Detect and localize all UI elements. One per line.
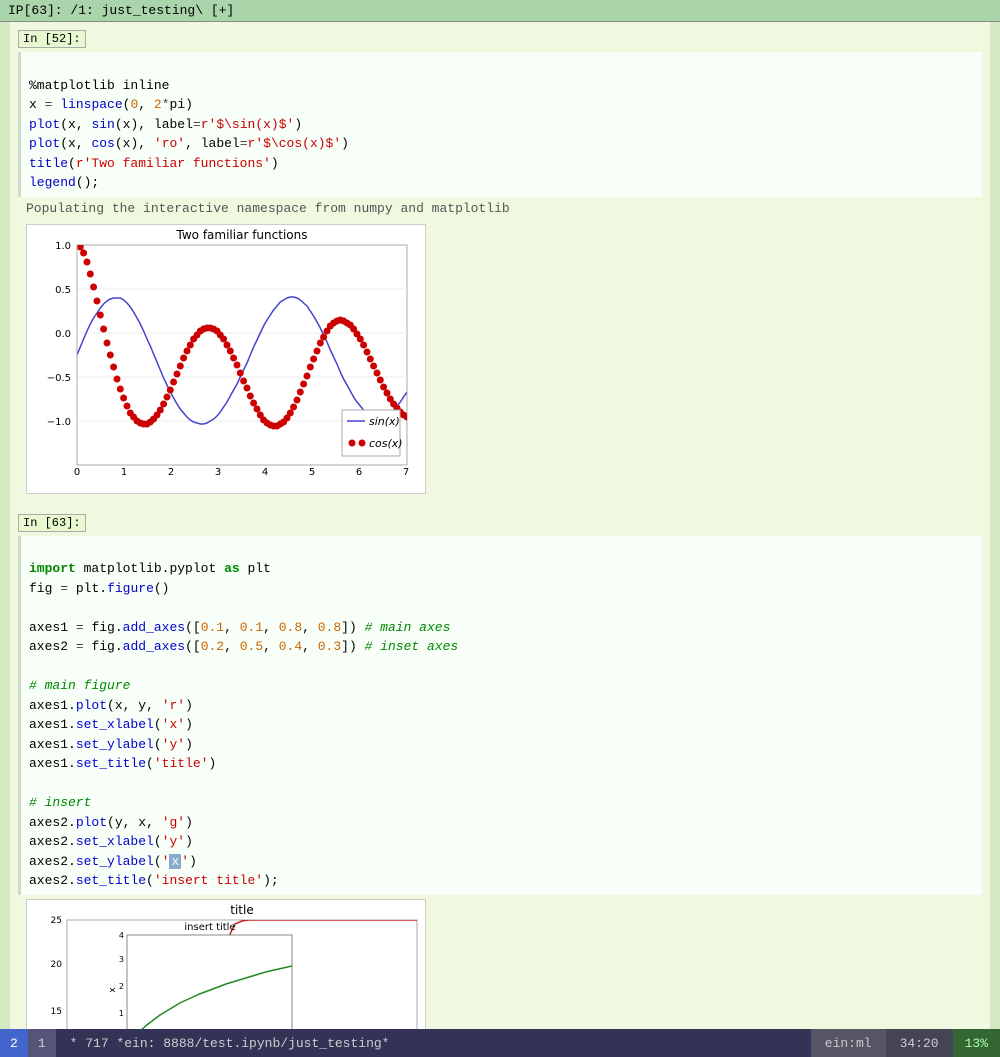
status-bar: 2 1 * 717 *ein: 8888/test.ipynb/just_tes… [0,1029,1000,1057]
status-position: 34:20 [886,1029,953,1057]
svg-text:0: 0 [74,467,80,478]
cell-63: In [63]: import matplotlib.pyplot as plt… [10,506,990,899]
svg-text:1: 1 [119,1009,124,1018]
svg-text:1.0: 1.0 [55,241,71,252]
svg-text:6: 6 [356,467,362,478]
title-text: IP[63]: /1: just_testing\ [+] [8,3,234,18]
svg-text:Two familiar functions: Two familiar functions [176,228,308,242]
svg-text:5: 5 [309,467,315,478]
status-percent: 13% [953,1029,1000,1057]
plot-2-svg: title x y 0 1 2 3 4 5 0 5 10 15 20 25 [26,899,426,1030]
svg-text:insert title: insert title [184,922,235,933]
status-mode: ein:ml [811,1029,886,1057]
svg-text:cos(x): cos(x) [369,437,403,450]
svg-text:−0.5: −0.5 [47,373,71,384]
plot-1-svg: Two familiar functions 1.0 0.5 0.0 −0.5 … [26,224,426,494]
svg-text:7: 7 [403,467,409,478]
cell-52-code[interactable]: %matplotlib inline x = linspace(0, 2*pi)… [18,52,982,197]
cell-52-output: Populating the interactive namespace fro… [18,197,982,220]
plot-1-container: Two familiar functions 1.0 0.5 0.0 −0.5 … [26,224,974,498]
svg-text:2: 2 [119,982,124,991]
svg-text:4: 4 [119,931,124,940]
svg-text:sin(x): sin(x) [369,415,400,428]
plot-2-container: title x y 0 1 2 3 4 5 0 5 10 15 20 25 [26,899,974,1030]
status-kernel-info: * 717 *ein: 8888/test.ipynb/just_testing… [56,1029,811,1057]
svg-text:0.0: 0.0 [55,329,71,340]
status-mode-indicator[interactable]: 1 [28,1029,56,1057]
cell-63-code[interactable]: import matplotlib.pyplot as plt fig = pl… [18,536,982,895]
svg-text:2: 2 [168,467,174,478]
svg-text:3: 3 [215,467,221,478]
cell-52-label[interactable]: In [52]: [18,30,86,48]
cell-52: In [52]: %matplotlib inline x = linspace… [10,22,990,224]
svg-text:x: x [108,986,118,992]
svg-text:1: 1 [121,467,127,478]
status-tab-number[interactable]: 2 [0,1029,28,1057]
svg-text:25: 25 [51,916,62,926]
svg-text:4: 4 [262,467,268,478]
svg-text:20: 20 [51,960,63,970]
svg-text:0.5: 0.5 [55,285,71,296]
svg-text:15: 15 [51,1007,62,1017]
svg-text:title: title [230,903,253,917]
svg-text:−1.0: −1.0 [47,417,71,428]
cell-63-label[interactable]: In [63]: [18,514,86,532]
title-bar: IP[63]: /1: just_testing\ [+] [0,0,1000,22]
svg-text:3: 3 [119,955,124,964]
